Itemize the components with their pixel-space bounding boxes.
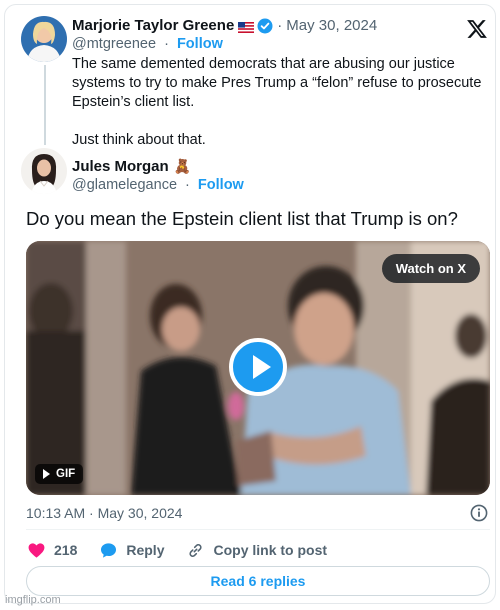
mtg-handle[interactable]: @mtgreenee [72,36,156,52]
jules-handle-row: @glamelegance · Follow [72,177,244,193]
tweet-card: Marjorie Taylor Greene · May 30, 2024 @m… [4,4,496,604]
gif-media[interactable]: Watch on X GIF [26,241,490,495]
jules-handle[interactable]: @glamelegance [72,177,177,193]
gif-label: GIF [56,468,76,480]
mtg-author-name[interactable]: Marjorie Taylor Greene [72,17,234,34]
watch-on-x-button[interactable]: Watch on X [381,254,480,283]
gif-play-icon [43,469,50,479]
separator-dot: · [277,17,283,34]
mtg-name-row: Marjorie Taylor Greene · May 30, 2024 [72,17,377,34]
jules-name-row: Jules Morgan 🧸 [72,158,191,175]
jules-avatar[interactable] [21,148,67,194]
mtg-text-paragraph: Just think about that. [72,132,206,148]
mtg-tweet-text: The same demented democrats that are abu… [72,55,482,150]
separator-dot: · [164,36,169,52]
heart-icon [28,542,45,558]
copy-link-button[interactable]: Copy link to post [186,541,327,560]
copy-link-label: Copy link to post [213,542,328,558]
verified-badge-icon [257,18,273,34]
like-button[interactable]: 218 [27,541,77,560]
divider [26,529,490,530]
follow-mtg-button[interactable]: Follow [177,36,223,52]
mtg-text-paragraph: The same demented democrats that are abu… [72,56,482,110]
mtg-post-date[interactable]: May 30, 2024 [286,17,377,34]
link-icon [189,543,203,557]
imgflip-watermark: imgflip.com [5,594,61,606]
thread-connector [44,65,46,145]
separator-dot: · [185,177,190,193]
reply-tweet-text: Do you mean the Epstein client list that… [26,208,458,229]
teddy-bear-icon: 🧸 [173,158,192,174]
info-icon[interactable] [470,504,488,522]
x-logo-icon[interactable] [466,18,488,40]
read-replies-button[interactable]: Read 6 replies [26,566,490,596]
action-bar: 218 Reply Copy link to post [27,540,349,560]
reply-label: Reply [126,542,165,558]
jules-author-name[interactable]: Jules Morgan [72,158,169,175]
reply-button[interactable]: Reply [99,541,164,560]
post-timestamp[interactable]: 10:13 AM · May 30, 2024 [26,505,182,521]
us-flag-icon [238,20,255,33]
mtg-avatar[interactable] [21,16,67,62]
like-count: 218 [54,542,78,558]
mtg-handle-row: @mtgreenee · Follow [72,36,223,52]
gif-badge[interactable]: GIF [35,464,84,484]
reply-bubble-icon [101,542,117,558]
play-button-icon[interactable] [229,338,287,396]
follow-jules-button[interactable]: Follow [198,177,244,193]
